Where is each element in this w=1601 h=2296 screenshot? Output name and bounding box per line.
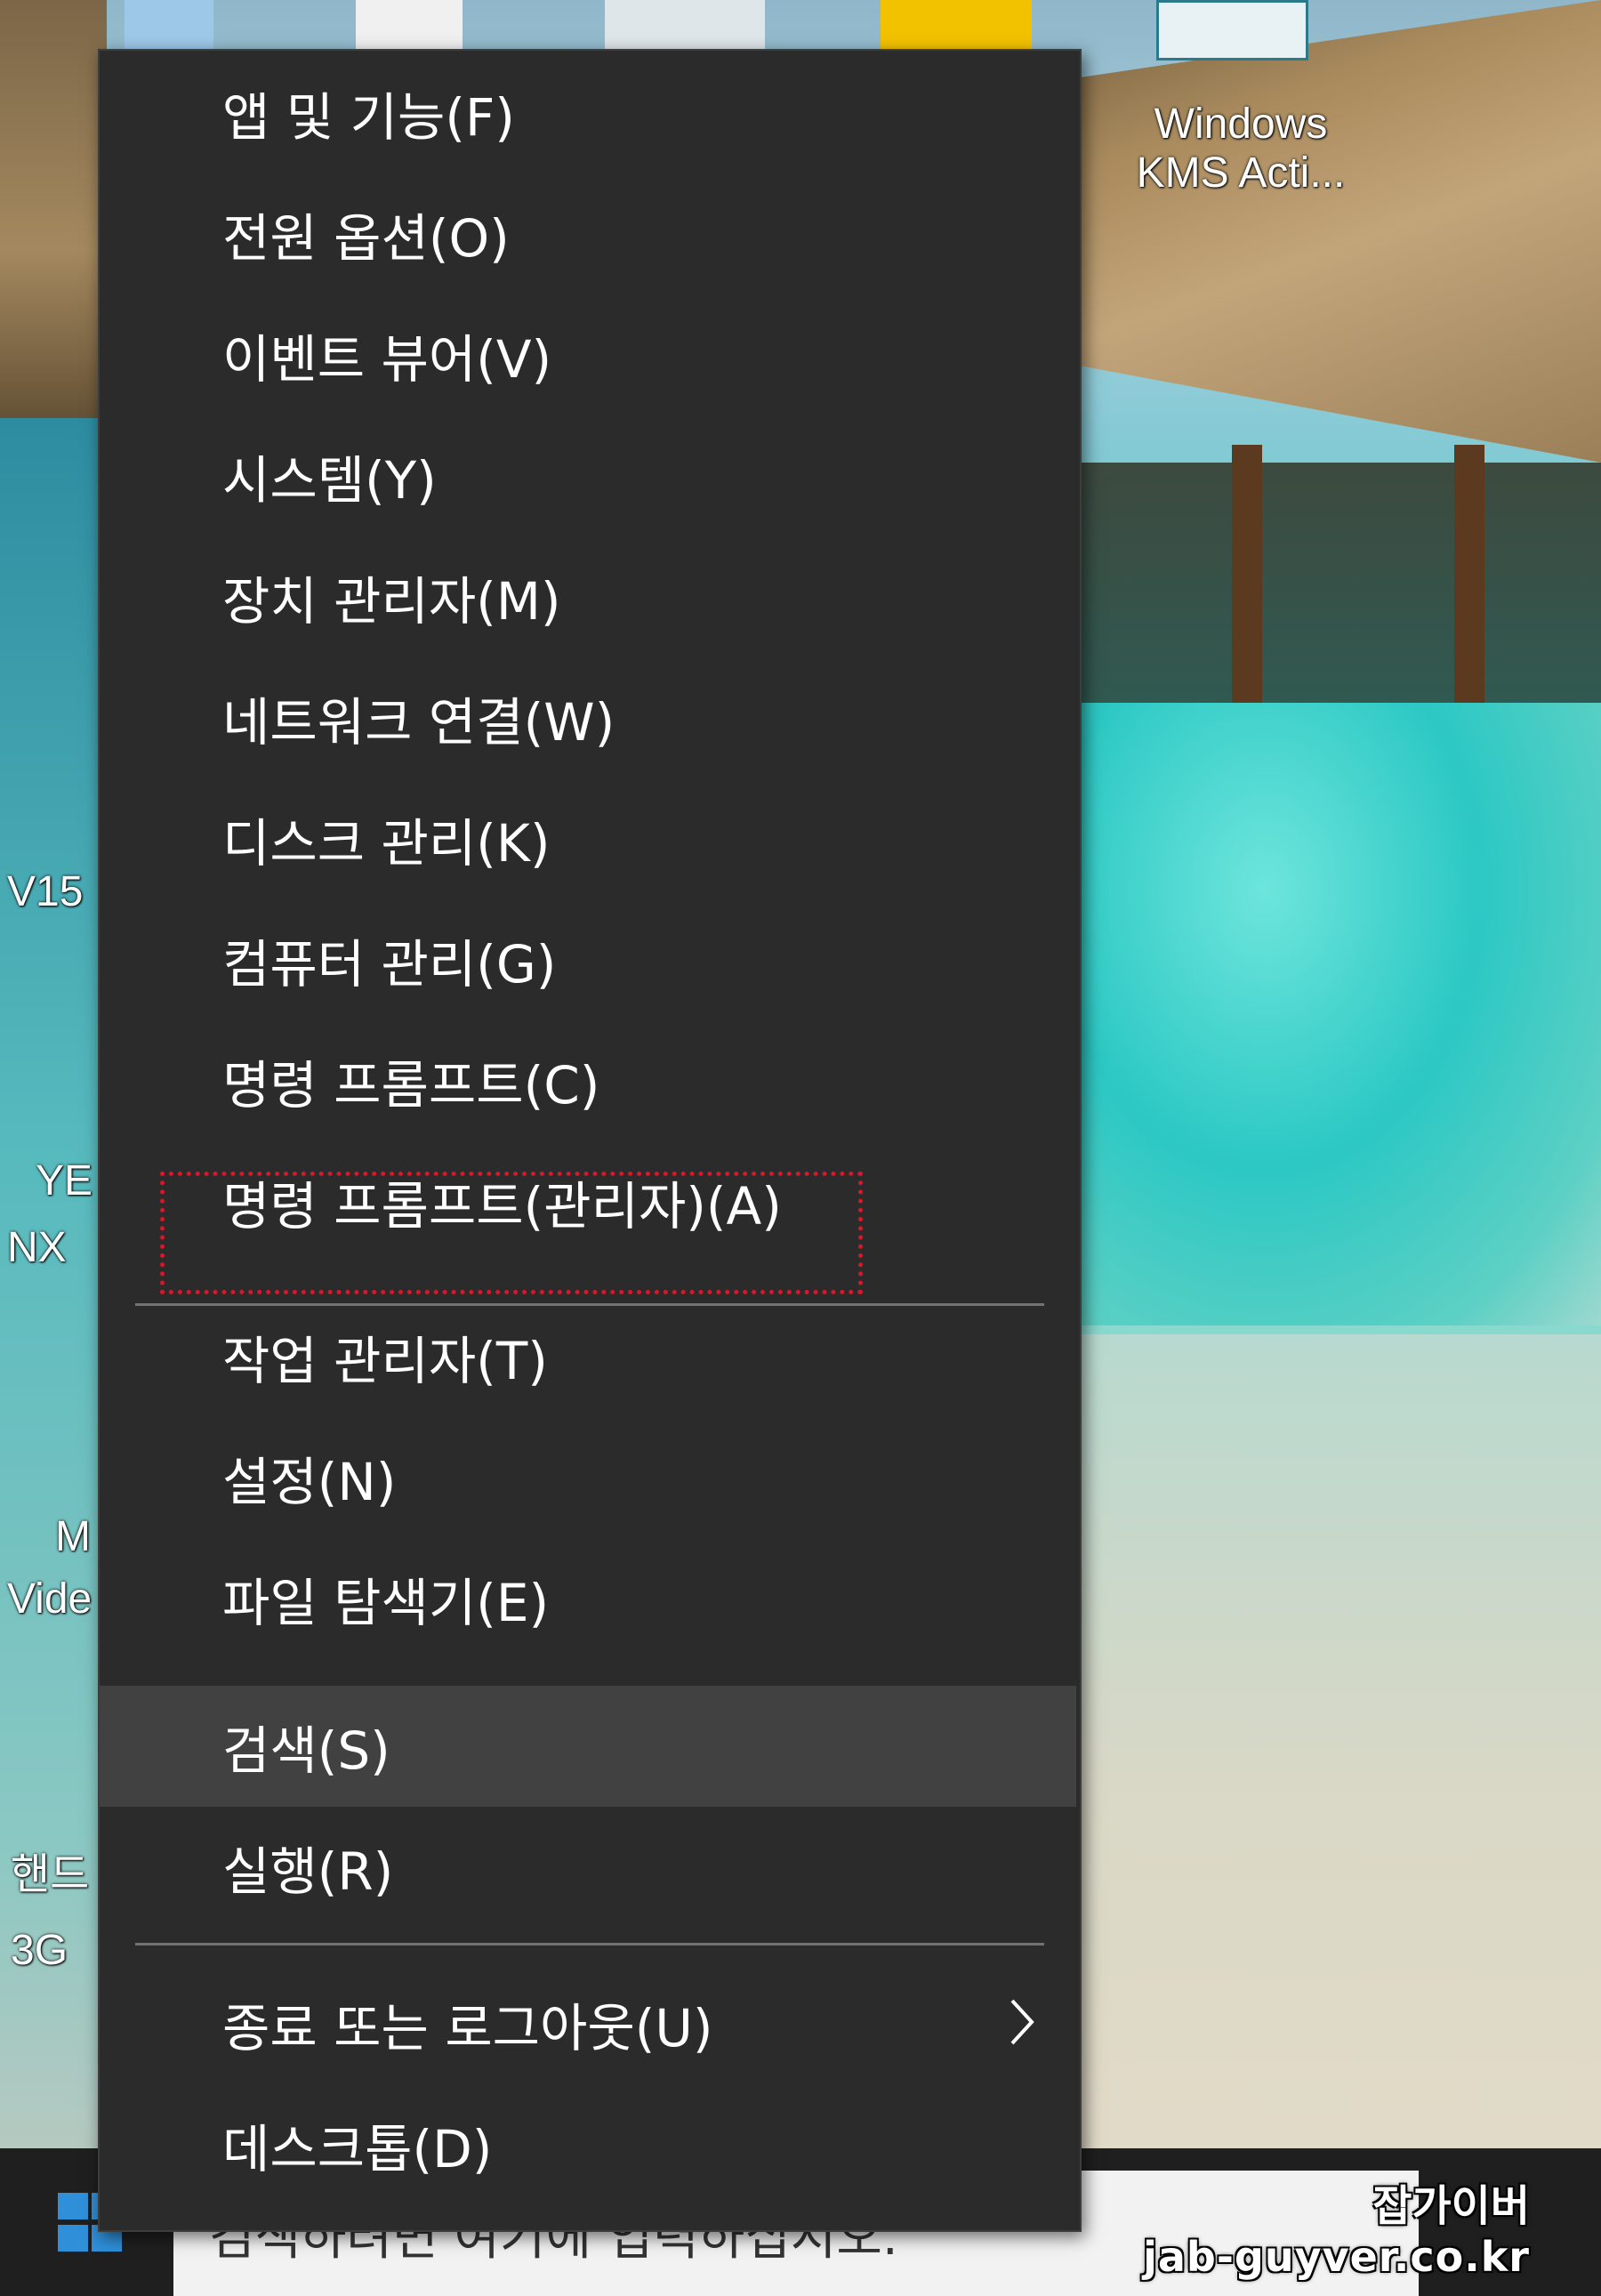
- menu-separator: [135, 1943, 1044, 1946]
- watermark: 잡가이버 jab-guyver.co.kr: [1143, 2171, 1530, 2281]
- menu-item-network-connections[interactable]: 네트워크 연결(W): [100, 657, 1076, 778]
- desktop-label: Vide: [7, 1575, 93, 1623]
- menu-item-apps-features[interactable]: 앱 및 기능(F): [100, 52, 1076, 173]
- pool-floor: [1067, 1334, 1601, 2224]
- computer-icon[interactable]: [125, 0, 213, 55]
- desktop-label: NX: [7, 1224, 67, 1271]
- menu-item-shutdown-signout[interactable]: 종료 또는 로그아웃(U): [100, 1963, 1076, 2084]
- menu-item-computer-management[interactable]: 컴퓨터 관리(G): [100, 899, 1076, 1020]
- pool-bar: [1076, 463, 1601, 729]
- pillar: [1454, 445, 1484, 721]
- winx-context-menu: 앱 및 기능(F) 전원 옵션(O) 이벤트 뷰어(V) 시스템(Y) 장치 관…: [98, 49, 1082, 2232]
- windows-logo-icon: [58, 2193, 88, 2219]
- desktop-label: V15: [7, 868, 84, 915]
- kms-activator-icon[interactable]: [1156, 0, 1308, 60]
- menu-item-task-manager[interactable]: 작업 관리자(T): [100, 1296, 1076, 1417]
- menu-item-command-prompt[interactable]: 명령 프롬프트(C): [100, 1020, 1076, 1141]
- menu-item-desktop[interactable]: 데스크톱(D): [100, 2084, 1076, 2205]
- menu-item-system[interactable]: 시스템(Y): [100, 415, 1076, 536]
- chevron-right-icon: [1010, 1999, 1034, 2045]
- desktop-label: M: [55, 1513, 91, 1560]
- desktop-icon[interactable]: [605, 0, 765, 55]
- menu-item-file-explorer[interactable]: 파일 탐색기(E): [100, 1538, 1076, 1659]
- menu-item-run[interactable]: 실행(R): [100, 1807, 1076, 1928]
- desktop-icon[interactable]: [356, 0, 463, 55]
- pillar: [1232, 445, 1262, 729]
- menu-item-device-manager[interactable]: 장치 관리자(M): [100, 536, 1076, 657]
- menu-item-disk-management[interactable]: 디스크 관리(K): [100, 778, 1076, 899]
- thatched-roof-left: [0, 0, 107, 418]
- desktop-label: 핸드: [11, 1851, 90, 1898]
- red-dotted-highlight: [160, 1172, 863, 1294]
- menu-item-label: 종료 또는 로그아웃(U): [222, 1998, 713, 2058]
- desktop-label: 3G: [11, 1927, 68, 1974]
- menu-item-settings[interactable]: 설정(N): [100, 1417, 1076, 1538]
- menu-item-event-viewer[interactable]: 이벤트 뷰어(V): [100, 294, 1076, 415]
- delete-guide-icon[interactable]: [881, 0, 1032, 55]
- menu-item-power-options[interactable]: 전원 옵션(O): [100, 173, 1076, 294]
- windows-kms-label: Windows KMS Acti...: [1136, 101, 1346, 197]
- desktop-label: YE: [36, 1157, 93, 1204]
- menu-item-search[interactable]: 검색(S): [100, 1686, 1076, 1807]
- pool-water: [1041, 703, 1601, 1325]
- watermark-line2: jab-guyver.co.kr: [1143, 2233, 1530, 2281]
- watermark-line1: 잡가이버: [1372, 2181, 1530, 2231]
